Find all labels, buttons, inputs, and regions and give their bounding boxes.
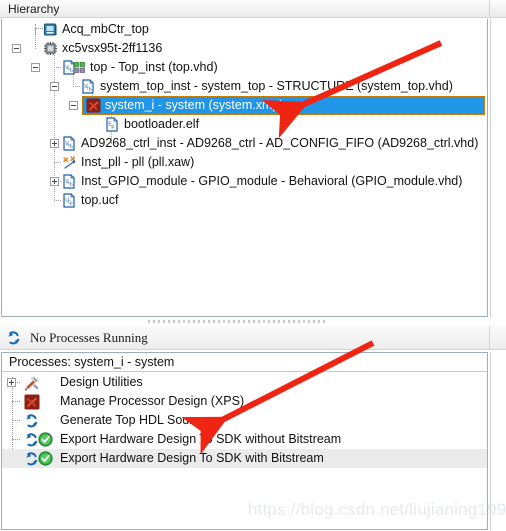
- expander-minus-icon[interactable]: [69, 101, 78, 110]
- process-row-label: Design Utilities: [60, 375, 143, 389]
- ucf-icon: U C F: [62, 193, 77, 208]
- expander-plus-icon[interactable]: [7, 378, 16, 387]
- expander-minus-icon[interactable]: [50, 82, 59, 91]
- tree-row-bootloader-elf[interactable]: E F bootloader.elf: [2, 115, 487, 134]
- tree-row-label: bootloader.elf: [124, 117, 200, 131]
- process-row-design-utilities[interactable]: Design Utilities: [2, 373, 487, 392]
- process-status-label: No Processes Running: [30, 330, 148, 345]
- process-status-bar-right-cap: [489, 326, 506, 350]
- hierarchy-top-badge-icon: [74, 62, 85, 73]
- svg-text:D: D: [89, 87, 92, 92]
- tree-row-system-top-inst[interactable]: V H D system_top_inst - system_top - STR…: [2, 77, 487, 96]
- expander-minus-icon[interactable]: [12, 44, 21, 53]
- tree-row-inst-gpio-module[interactable]: V H D Inst_GPIO_module - GPIO_module - B…: [2, 172, 487, 191]
- hierarchy-panel: Hierarchy Acq_mbCtr_top xc5vsx95t-2ff113…: [0, 0, 506, 320]
- vhdl-icon: V H D: [62, 136, 77, 151]
- tree-row-top-ucf[interactable]: U C F top.ucf: [2, 191, 487, 210]
- process-row-label: Manage Processor Design (XPS): [60, 394, 245, 408]
- tree-row-top[interactable]: V H D top - Top_inst (top.vhd): [2, 58, 487, 77]
- expander-plus-icon[interactable]: [50, 139, 59, 148]
- xps-icon: [24, 394, 40, 410]
- hierarchy-scroll-rail[interactable]: [490, 19, 505, 317]
- processes-header-label: Processes: system_i - system: [9, 355, 175, 369]
- xaw-icon: [62, 155, 77, 170]
- tree-row-label: top.ucf: [81, 193, 119, 207]
- tree-row-label: system_i - system (system.xmp): [105, 98, 284, 112]
- processes-panel: Processes: system_i - system Design Util…: [1, 352, 488, 530]
- hierarchy-title-bar-right-cap: [489, 0, 506, 18]
- svg-text:F: F: [111, 125, 114, 131]
- tree-row-label: Acq_mbCtr_top: [62, 22, 149, 36]
- process-row-export-hw-without-bitstream[interactable]: Export Hardware Design To SDK without Bi…: [2, 430, 487, 449]
- tree-row-device[interactable]: xc5vsx95t-2ff1136: [2, 39, 487, 58]
- check-icon: [38, 432, 53, 447]
- process-status-bar: No Processes Running: [0, 326, 489, 350]
- chip-icon: [43, 41, 58, 56]
- vhdl-icon: V H D: [62, 174, 77, 189]
- design-utilities-icon: [24, 375, 40, 391]
- vhdl-icon: V H D: [81, 79, 96, 94]
- tree-row-label: AD9268_ctrl_inst - AD9268_ctrl - AD_CONF…: [81, 136, 479, 150]
- tree-row-label: system_top_inst - system_top - STRUCTURE…: [100, 79, 453, 93]
- tree-row-acq-mbctr-top[interactable]: Acq_mbCtr_top: [2, 20, 487, 39]
- process-row-generate-top-hdl-source[interactable]: Generate Top HDL Source: [2, 411, 487, 430]
- process-row-manage-processor-design[interactable]: Manage Processor Design (XPS): [2, 392, 487, 411]
- expander-minus-icon[interactable]: [31, 63, 40, 72]
- vivado-ise-project-navigator: Hierarchy Acq_mbCtr_top xc5vsx95t-2ff113…: [0, 0, 506, 531]
- splitter-grip[interactable]: [148, 320, 326, 323]
- page-title: Hierarchy: [8, 2, 60, 16]
- rerun-icon: [24, 413, 40, 429]
- processes-header: Processes: system_i - system: [2, 353, 487, 372]
- hierarchy-tree[interactable]: Acq_mbCtr_top xc5vsx95t-2ff1136 V H D to…: [1, 19, 488, 317]
- tree-row-label: Inst_GPIO_module - GPIO_module - Behavio…: [81, 174, 463, 188]
- svg-text:D: D: [70, 144, 73, 149]
- project-icon: [43, 22, 58, 37]
- xps-icon: [86, 98, 101, 113]
- svg-text:F: F: [70, 201, 73, 206]
- svg-text:D: D: [70, 68, 73, 73]
- tree-row-ad9268-ctrl-inst[interactable]: V H D AD9268_ctrl_inst - AD9268_ctrl - A…: [2, 134, 487, 153]
- tree-row-label: top - Top_inst (top.vhd): [90, 60, 218, 74]
- elf-icon: E F: [105, 117, 120, 132]
- process-row-label: Export Hardware Design To SDK with Bitst…: [60, 451, 324, 465]
- processes-scroll-rail[interactable]: [490, 352, 505, 530]
- process-row-label: Export Hardware Design To SDK without Bi…: [60, 432, 342, 446]
- rerun-icon: [6, 330, 22, 346]
- svg-text:D: D: [70, 182, 73, 187]
- panel-splitter[interactable]: [0, 318, 506, 326]
- tree-row-label: Inst_pll - pll (pll.xaw): [81, 155, 195, 169]
- hierarchy-title-bar: Hierarchy: [0, 0, 489, 18]
- process-row-export-hw-with-bitstream[interactable]: Export Hardware Design To SDK with Bitst…: [2, 449, 487, 468]
- tree-row-system-i[interactable]: system_i - system (system.xmp): [2, 96, 487, 115]
- process-row-label: Generate Top HDL Source: [60, 413, 207, 427]
- expander-plus-icon[interactable]: [50, 177, 59, 186]
- tree-row-label: xc5vsx95t-2ff1136: [62, 41, 163, 55]
- tree-row-inst-pll[interactable]: Inst_pll - pll (pll.xaw): [2, 153, 487, 172]
- check-icon: [38, 451, 53, 466]
